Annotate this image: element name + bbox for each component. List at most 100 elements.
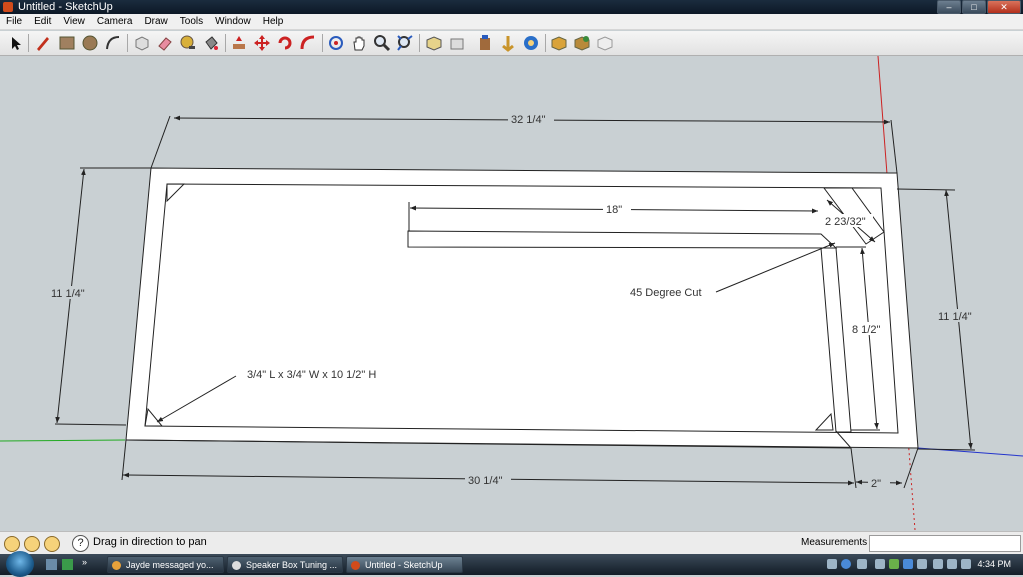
- dim-gap-extension: [903, 447, 919, 489]
- show-desktop-icon[interactable]: [46, 559, 57, 570]
- taskbar: » Jayde messaged yo... Speaker Box Tunin…: [0, 551, 1023, 577]
- zoom-icon[interactable]: [373, 34, 391, 52]
- share-component-icon[interactable]: [596, 34, 614, 52]
- dim-gap-label: 2": [871, 478, 881, 490]
- menu-file[interactable]: File: [6, 14, 22, 29]
- monitor-icon[interactable]: [947, 559, 957, 569]
- quick-launch-icon[interactable]: [62, 559, 73, 570]
- quick-launch-overflow-icon[interactable]: »: [82, 557, 93, 568]
- dim-right-height-label: 11 1/4": [938, 311, 972, 323]
- dim-top-width-extension: [890, 119, 898, 174]
- menu-edit[interactable]: Edit: [34, 14, 51, 29]
- menu-bar: File Edit View Camera Draw Tools Window …: [0, 14, 1023, 30]
- user-icon[interactable]: [44, 536, 60, 552]
- dim-bottom-width-label: 30 1/4": [468, 475, 503, 487]
- maximize-button[interactable]: □: [962, 0, 986, 14]
- app-icon: [232, 561, 241, 570]
- credits-icon[interactable]: [24, 536, 40, 552]
- dim-bottom-width-extension: [121, 439, 127, 481]
- window-title: Untitled - SketchUp: [18, 1, 113, 13]
- task-label: Untitled - SketchUp: [365, 560, 443, 570]
- minimize-button[interactable]: –: [937, 0, 961, 14]
- dim-diagonal-label: 2 23/32": [825, 216, 866, 228]
- help-tray-icon[interactable]: [841, 559, 851, 569]
- printer-icon[interactable]: [875, 559, 885, 569]
- sketchup-icon: [351, 561, 360, 570]
- chrome-icon: [112, 561, 121, 570]
- title-bar: Untitled - SketchUp – □ ✕: [0, 0, 1023, 14]
- right-view-icon[interactable]: [499, 34, 517, 52]
- system-tray: 4:34 PM: [821, 554, 1023, 575]
- circle-icon[interactable]: [81, 34, 99, 52]
- start-button[interactable]: [6, 551, 34, 577]
- toolbar-separator: [28, 34, 29, 52]
- menu-window[interactable]: Window: [215, 14, 251, 29]
- tray-icon[interactable]: [917, 559, 927, 569]
- status-hint: Drag in direction to pan: [93, 536, 207, 548]
- model-canvas[interactable]: 32 1/4" 18" 2 23/32" 11 1/4" 11 1/4" 8 1…: [0, 56, 1023, 530]
- select-icon[interactable]: [6, 34, 24, 52]
- follow-me-icon[interactable]: [299, 34, 317, 52]
- network-icon[interactable]: [933, 559, 943, 569]
- move-icon[interactable]: [253, 34, 271, 52]
- zoom-extents-icon[interactable]: [396, 34, 414, 52]
- dim-top-width-label: 32 1/4": [511, 114, 546, 126]
- menu-draw[interactable]: Draw: [144, 14, 167, 29]
- make-component-icon[interactable]: [133, 34, 151, 52]
- iso-view-icon[interactable]: [425, 34, 443, 52]
- check-icon[interactable]: [903, 559, 913, 569]
- front-view-icon[interactable]: [476, 34, 494, 52]
- eraser-icon[interactable]: [156, 34, 174, 52]
- measurements-label: Measurements: [801, 537, 868, 548]
- dim-inner-height-label: 8 1/2": [852, 324, 880, 336]
- block-note-label: 3/4" L x 3/4" W x 10 1/2" H: [247, 369, 376, 381]
- toolbar-separator: [127, 34, 128, 52]
- tape-measure-icon[interactable]: [179, 34, 197, 52]
- task-speaker-box[interactable]: Speaker Box Tuning ...: [227, 556, 343, 573]
- dim-top-width-extension: [150, 115, 171, 169]
- cut-note-label: 45 Degree Cut: [630, 287, 702, 299]
- dim-left-height-label: 11 1/4": [51, 288, 85, 300]
- task-messenger[interactable]: Jayde messaged yo...: [107, 556, 224, 573]
- toolbar-separator: [545, 34, 546, 52]
- paint-bucket-icon[interactable]: [202, 34, 220, 52]
- pan-icon[interactable]: [350, 34, 368, 52]
- security-icon[interactable]: [889, 559, 899, 569]
- rectangle-icon[interactable]: [58, 34, 76, 52]
- task-label: Jayde messaged yo...: [126, 560, 214, 570]
- help-icon[interactable]: ?: [72, 535, 89, 552]
- menu-tools[interactable]: Tools: [180, 14, 203, 29]
- toolbar-separator: [225, 34, 226, 52]
- rotate-icon[interactable]: [276, 34, 294, 52]
- green-axis: [0, 439, 126, 442]
- toolbar-separator: [419, 34, 420, 52]
- top-view-icon[interactable]: [448, 34, 466, 52]
- sketchup-app-icon: [3, 2, 13, 12]
- clock[interactable]: 4:34 PM: [977, 559, 1011, 569]
- pencil-icon[interactable]: [34, 34, 52, 52]
- menu-view[interactable]: View: [63, 14, 85, 29]
- geo-location-icon[interactable]: [4, 536, 20, 552]
- task-sketchup[interactable]: Untitled - SketchUp: [346, 556, 463, 573]
- close-button[interactable]: ✕: [987, 0, 1021, 14]
- drawing-viewport[interactable]: 32 1/4" 18" 2 23/32" 11 1/4" 11 1/4" 8 1…: [0, 56, 1023, 530]
- window-controls: – □ ✕: [937, 0, 1021, 14]
- orbit-icon[interactable]: [327, 34, 345, 52]
- port-divider-horizontal: [407, 230, 838, 249]
- share-model-icon[interactable]: [573, 34, 591, 52]
- dim-right-height-extension: [896, 188, 956, 191]
- get-models-icon[interactable]: [550, 34, 568, 52]
- back-view-icon[interactable]: [522, 34, 540, 52]
- tray-icon[interactable]: [827, 559, 837, 569]
- dim-bottom-width-extension: [850, 447, 857, 489]
- status-bar: ? Drag in direction to pan Measurements: [0, 531, 1023, 554]
- push-pull-icon[interactable]: [230, 34, 248, 52]
- arc-icon[interactable]: [104, 34, 122, 52]
- box-inner-edge: [144, 183, 899, 434]
- red-axis: [877, 56, 888, 175]
- tray-icon[interactable]: [857, 559, 867, 569]
- volume-icon[interactable]: [961, 559, 971, 569]
- menu-camera[interactable]: Camera: [97, 14, 133, 29]
- menu-help[interactable]: Help: [263, 14, 284, 29]
- measurements-input[interactable]: [869, 535, 1021, 552]
